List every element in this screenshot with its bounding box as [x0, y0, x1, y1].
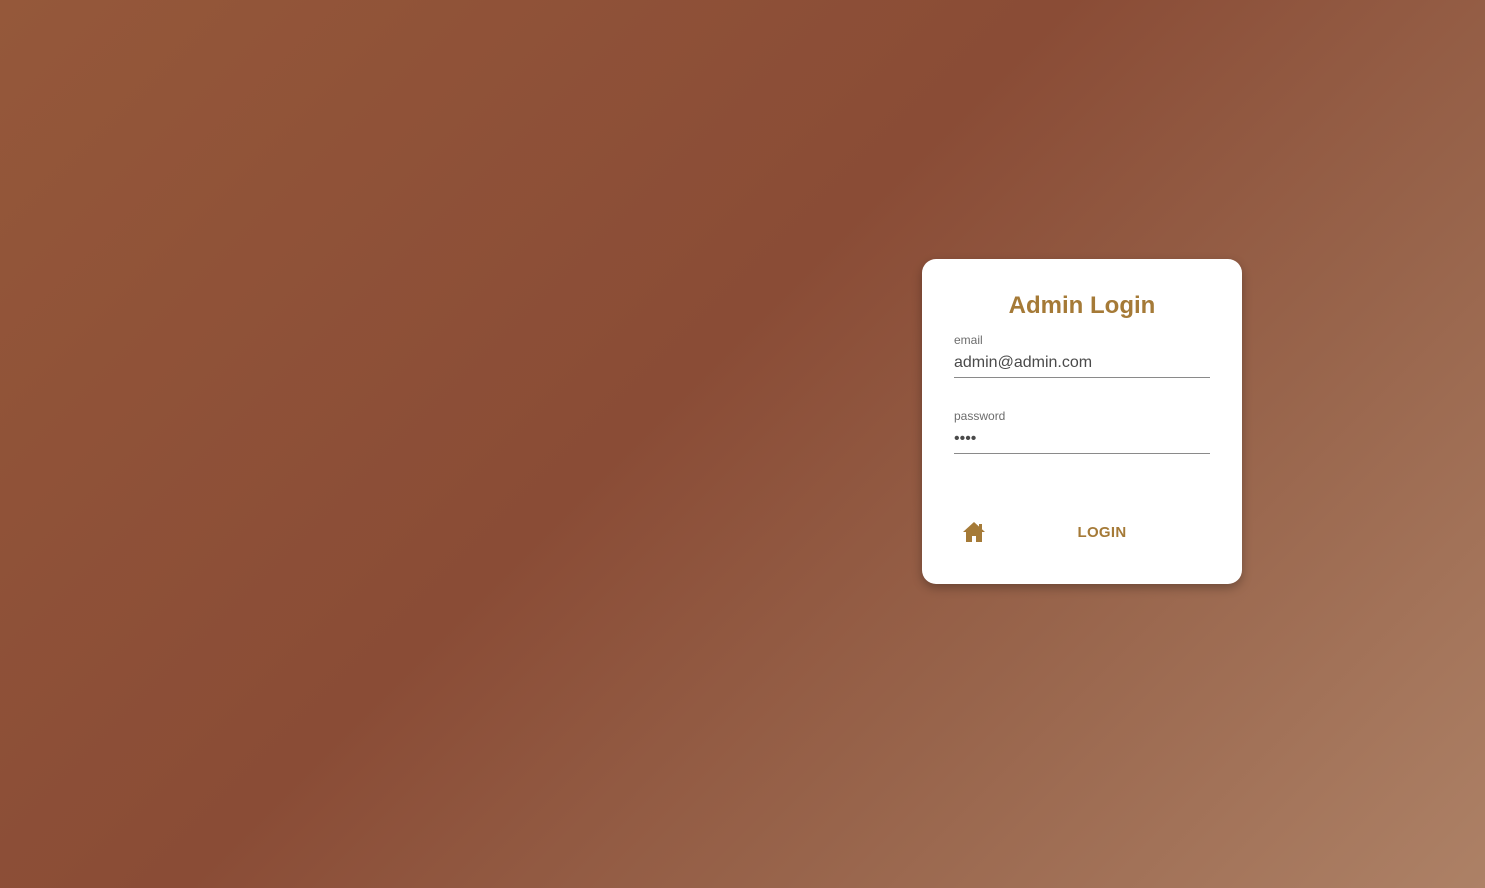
password-input[interactable] — [954, 424, 1210, 454]
login-button[interactable]: LOGIN — [1062, 514, 1142, 550]
password-label: password — [954, 409, 1006, 423]
email-label: email — [954, 333, 983, 347]
password-field-group: password — [954, 408, 1210, 454]
home-icon — [962, 521, 986, 543]
login-title: Admin Login — [1008, 292, 1156, 319]
home-button[interactable] — [954, 514, 994, 550]
email-input[interactable] — [954, 348, 1210, 378]
login-card: Admin Login email password LOGIN — [922, 259, 1242, 584]
email-field-group: email — [954, 332, 1210, 378]
